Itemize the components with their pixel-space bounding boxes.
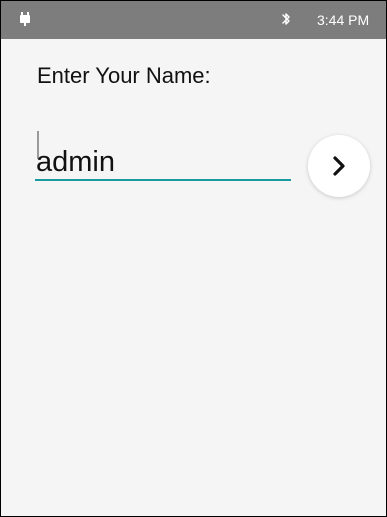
status-time: 3:44 PM (317, 12, 370, 28)
name-input-wrap[interactable] (35, 127, 292, 189)
input-underline (35, 179, 291, 181)
device-screen: 3:44 PM Enter Your Name: (0, 0, 387, 517)
status-bar: 3:44 PM (1, 1, 386, 39)
android-icon (18, 11, 32, 27)
chevron-right-icon (333, 156, 345, 176)
next-button[interactable] (308, 135, 370, 197)
bluetooth-icon (281, 12, 291, 27)
enter-name-label: Enter Your Name: (37, 63, 211, 88)
